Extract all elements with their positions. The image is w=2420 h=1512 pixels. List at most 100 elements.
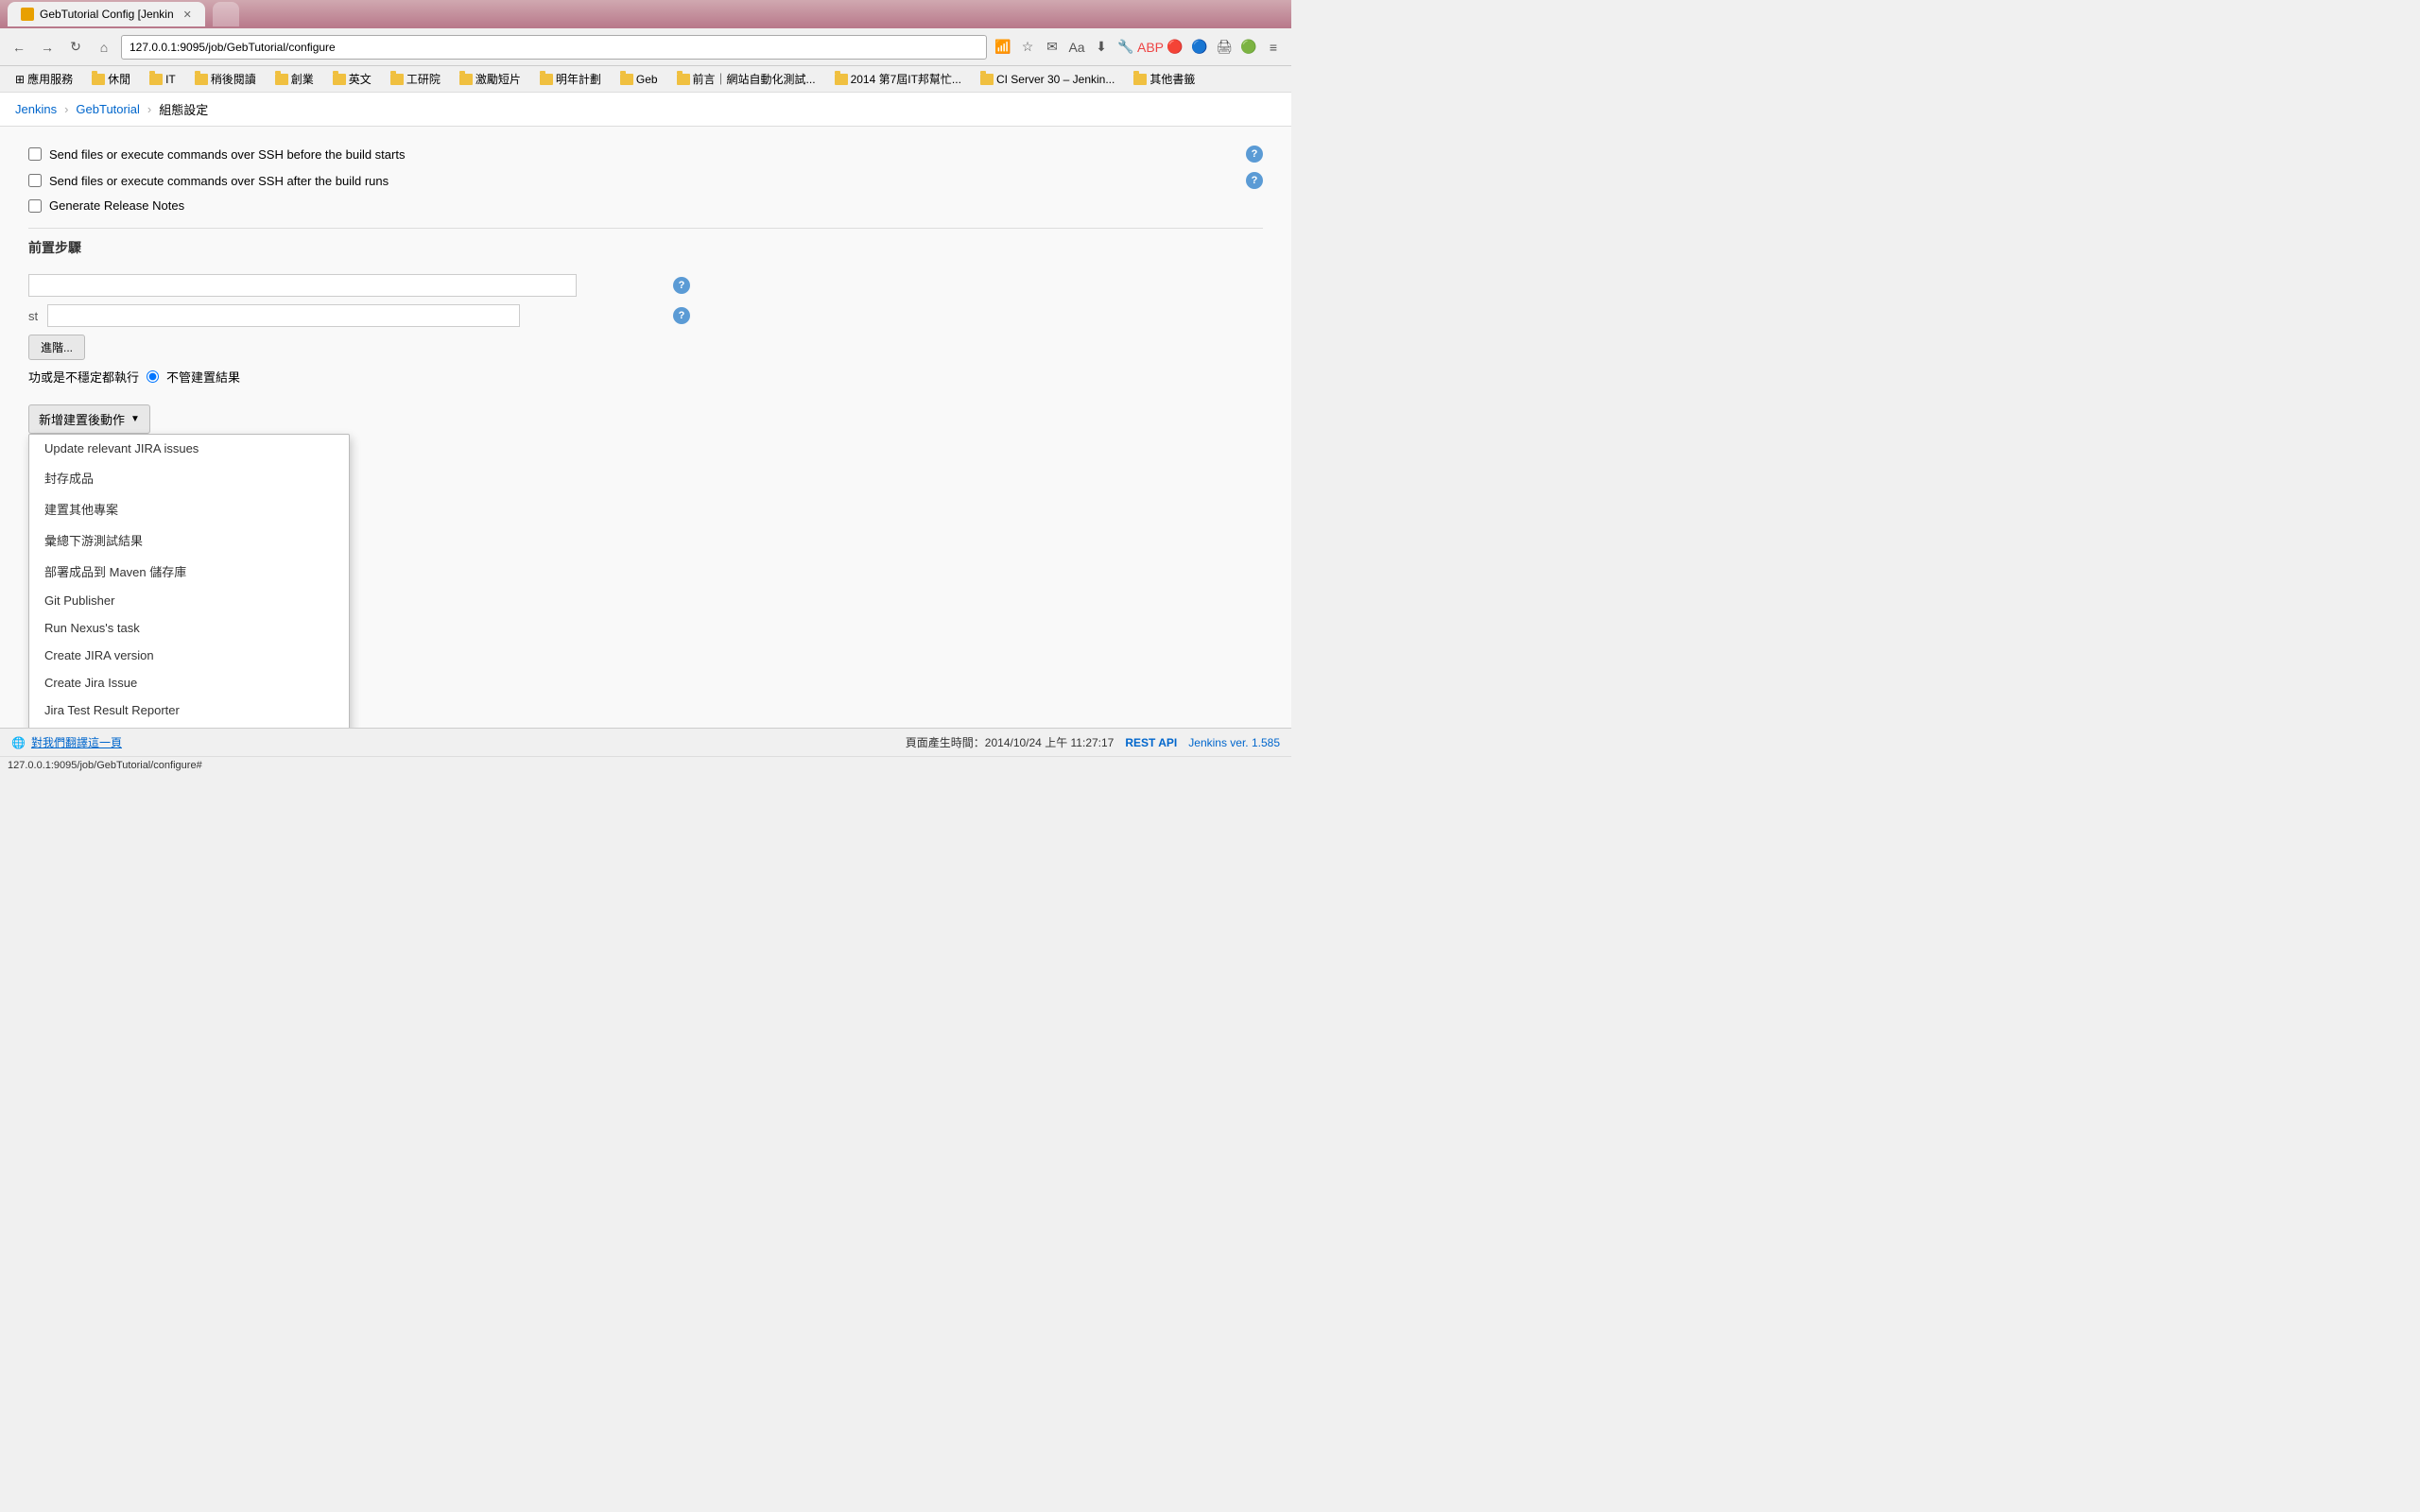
adblock-icon[interactable]: ABP xyxy=(1140,37,1161,58)
dropdown-item-6[interactable]: Run Nexus's task xyxy=(29,614,349,642)
download-icon[interactable]: ⬇ xyxy=(1091,37,1112,58)
bookmark-it-label: IT xyxy=(165,73,176,86)
bookmark-webtest[interactable]: 前言｜網站自動化測試... xyxy=(669,69,823,89)
folder-icon xyxy=(195,74,208,85)
bookmark-ciserver[interactable]: CI Server 30 – Jenkin... xyxy=(973,71,1122,88)
radio-prefix-text: 功或是不穩定都執行 xyxy=(28,368,139,386)
bookmark-apps-label: 應用服務 xyxy=(27,71,73,87)
bookmark-others-label: 其他書籤 xyxy=(1150,71,1195,87)
pre-steps-title: 前置步驟 xyxy=(28,228,1263,257)
tab-favicon xyxy=(21,8,34,21)
dropdown-item-0[interactable]: Update relevant JIRA issues xyxy=(29,435,349,462)
bookmark-startup[interactable]: 創業 xyxy=(268,69,321,89)
bookmark-itri[interactable]: 工研院 xyxy=(383,69,448,89)
ssh-after-checkbox[interactable] xyxy=(28,174,42,187)
bookmark-english[interactable]: 英文 xyxy=(325,69,379,89)
dropdown-item-5[interactable]: Git Publisher xyxy=(29,587,349,614)
advanced-button[interactable]: 進階... xyxy=(28,335,85,360)
bookmark-apps[interactable]: ⊞ 應用服務 xyxy=(8,69,80,89)
bookmark-leisure-label: 休閒 xyxy=(108,71,130,87)
step-help-icon-1[interactable]: ? xyxy=(673,277,690,294)
radio-all-results[interactable] xyxy=(147,370,159,383)
translate-icon[interactable]: Aa xyxy=(1066,37,1087,58)
dropdown-item-8[interactable]: Create Jira Issue xyxy=(29,669,349,696)
bookmark-others[interactable]: 其他書籤 xyxy=(1126,69,1202,89)
browser-titlebar: GebTutorial Config [Jenkin ✕ xyxy=(0,0,1291,28)
bookmark-readlater[interactable]: 稍後閱讀 xyxy=(187,69,264,89)
bookmark-itri-label: 工研院 xyxy=(406,71,441,87)
help-icon-2[interactable]: ? xyxy=(1246,172,1263,189)
breadcrumb-sep1: › xyxy=(64,102,68,116)
folder-icon xyxy=(1133,74,1147,85)
dropdown-arrow-icon: ▼ xyxy=(130,414,140,424)
extension4-icon[interactable]: 🖨 xyxy=(1214,37,1235,58)
dropdown-item-7[interactable]: Create JIRA version xyxy=(29,642,349,669)
extension3-icon[interactable]: 🔵 xyxy=(1189,37,1210,58)
folder-icon xyxy=(459,74,473,85)
add-post-step-label: 新增建置後動作 xyxy=(39,410,125,428)
folder-icon xyxy=(540,74,553,85)
url-status-bar: 127.0.0.1:9095/job/GebTutorial/configure… xyxy=(0,756,1291,773)
page-content: Send files or execute commands over SSH … xyxy=(0,127,1291,728)
ssh-before-checkbox[interactable] xyxy=(28,147,42,161)
breadcrumb-config: 組態設定 xyxy=(159,100,208,118)
breadcrumb-gebtutorial[interactable]: GebTutorial xyxy=(76,102,139,116)
rss-icon[interactable]: 📶 xyxy=(993,37,1013,58)
bookmark-ciserver-label: CI Server 30 – Jenkin... xyxy=(996,73,1115,86)
post-step-dropdown-menu: Update relevant JIRA issues 封存成品 建置其他專案 … xyxy=(28,434,350,728)
bookmark-geb[interactable]: Geb xyxy=(613,71,666,88)
extension2-icon[interactable]: 🔴 xyxy=(1165,37,1185,58)
address-bar[interactable] xyxy=(121,35,987,60)
dropdown-item-10[interactable]: Mark a JIRA Version as Released xyxy=(29,724,349,728)
folder-icon xyxy=(980,74,994,85)
breadcrumb-jenkins[interactable]: Jenkins xyxy=(15,102,57,116)
bookmark-motivation-label: 激勵短片 xyxy=(475,71,521,87)
menu-icon[interactable]: ≡ xyxy=(1263,37,1284,58)
tab-label: GebTutorial Config [Jenkin xyxy=(40,8,174,21)
bookmark-leisure[interactable]: 休閒 xyxy=(84,69,138,89)
release-notes-label: Generate Release Notes xyxy=(49,198,184,213)
back-button[interactable]: ← xyxy=(8,36,30,59)
reload-button[interactable]: ↻ xyxy=(64,36,87,59)
status-bar: 🌐 對我們翻譯這一頁 頁面產生時間：2014/10/24 上午 11:27:17… xyxy=(0,728,1291,756)
bookmark-readlater-label: 稍後閱讀 xyxy=(211,71,256,87)
help-icon-1[interactable]: ? xyxy=(1246,146,1263,163)
step-input-1[interactable] xyxy=(28,274,577,297)
home-button[interactable]: ⌂ xyxy=(93,36,115,59)
extension1-icon[interactable]: 🔧 xyxy=(1115,37,1136,58)
translate-link[interactable]: 對我們翻譯這一頁 xyxy=(31,734,122,750)
dropdown-item-3[interactable]: 彙總下游測試結果 xyxy=(29,524,349,556)
radio-row: 功或是不穩定都執行 不管建置結果 xyxy=(28,368,690,386)
dropdown-item-9[interactable]: Jira Test Result Reporter xyxy=(29,696,349,724)
tab-close-btn[interactable]: ✕ xyxy=(183,9,192,21)
rest-api-link[interactable]: REST API xyxy=(1125,736,1177,749)
jenkins-version-link[interactable]: Jenkins ver. 1.585 xyxy=(1188,736,1280,749)
dropdown-item-4[interactable]: 部署成品到 Maven 儲存庫 xyxy=(29,556,349,587)
folder-icon xyxy=(620,74,633,85)
bookmark-webtest-label: 前言｜網站自動化測試... xyxy=(693,71,816,87)
step-input-2[interactable] xyxy=(47,304,520,327)
dropdown-item-1[interactable]: 封存成品 xyxy=(29,462,349,493)
step-help-icon-2[interactable]: ? xyxy=(673,307,690,324)
dropdown-item-2[interactable]: 建置其他專案 xyxy=(29,493,349,524)
star-icon[interactable]: ☆ xyxy=(1017,37,1038,58)
build-step-row-advanced: 進階... xyxy=(28,335,690,360)
bookmark-nextyear[interactable]: 明年計劃 xyxy=(532,69,609,89)
release-notes-checkbox[interactable] xyxy=(28,199,42,213)
add-post-step-button[interactable]: 新增建置後動作 ▼ xyxy=(28,404,150,434)
extension5-icon[interactable]: 🟢 xyxy=(1238,37,1259,58)
folder-icon xyxy=(333,74,346,85)
folder-icon xyxy=(275,74,288,85)
inactive-tab[interactable] xyxy=(213,2,239,26)
bookmarks-bar: ⊞ 應用服務 休閒 IT 稍後閱讀 創業 英文 工研院 激勵短片 明年計劃 Ge… xyxy=(0,66,1291,93)
forward-button[interactable]: → xyxy=(36,36,59,59)
mail-icon[interactable]: ✉ xyxy=(1042,37,1063,58)
url-status-text: 127.0.0.1:9095/job/GebTutorial/configure… xyxy=(8,760,202,771)
active-tab[interactable]: GebTutorial Config [Jenkin ✕ xyxy=(8,2,205,26)
bookmark-itbang[interactable]: 2014 第7屆IT邦幫忙... xyxy=(827,69,969,89)
radio-all-label: 不管建置結果 xyxy=(166,368,240,386)
bookmark-it[interactable]: IT xyxy=(142,71,183,88)
build-step-row-1: ? xyxy=(28,274,690,297)
bookmark-motivation[interactable]: 激勵短片 xyxy=(452,69,528,89)
post-step-dropdown-container: 新增建置後動作 ▼ Update relevant JIRA issues 封存… xyxy=(28,404,150,434)
